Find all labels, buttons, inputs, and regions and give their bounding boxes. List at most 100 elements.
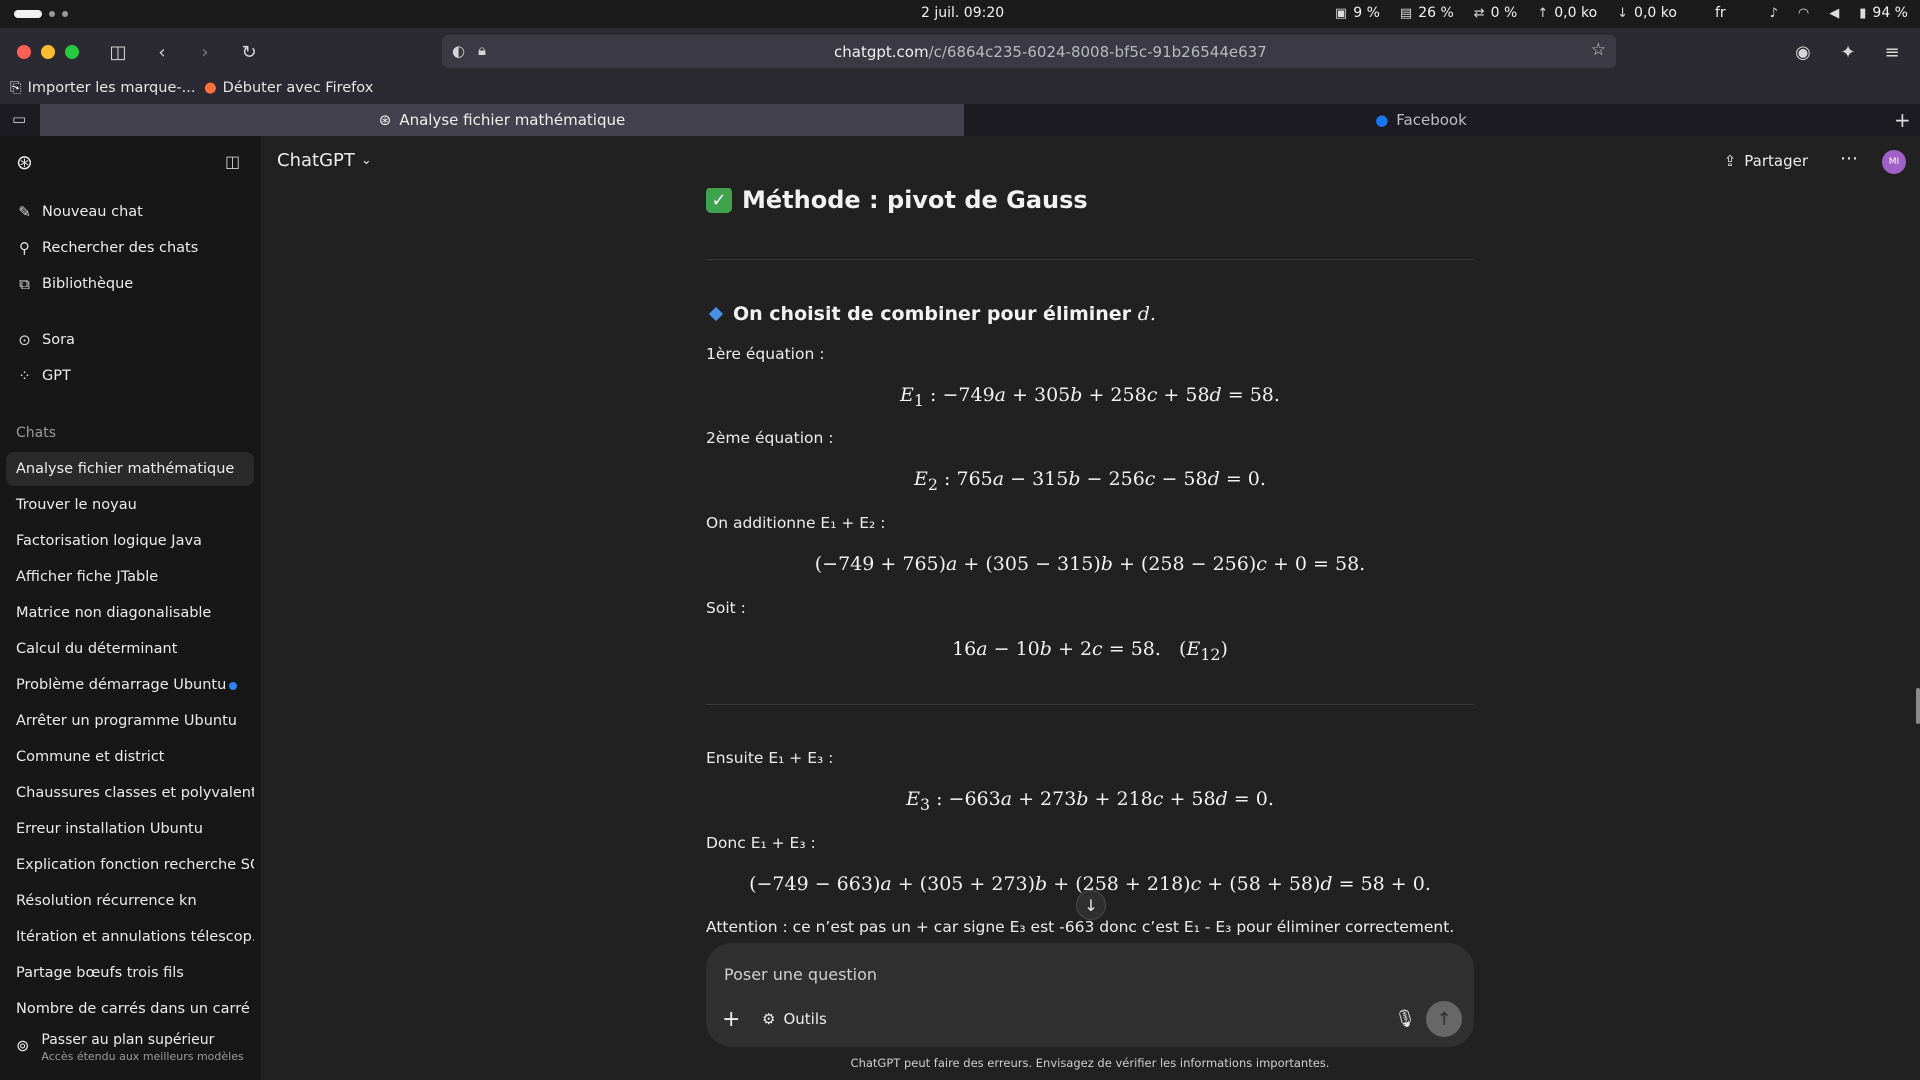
- chat-item[interactable]: Résolution récurrence kn: [6, 884, 254, 918]
- cpu-icon: ▣: [1334, 5, 1348, 21]
- sidebar-item-search[interactable]: ⚲ Rechercher des chats: [16, 239, 198, 257]
- sidebar-item-sora[interactable]: ⊙ Sora: [16, 331, 75, 349]
- chat-item[interactable]: Nombre de carrés dans un carré: [6, 992, 254, 1026]
- mute-icon[interactable]: ♪: [1770, 6, 1778, 21]
- equation-e2: E2 : 765a − 315b − 256c − 58d = 0.: [914, 468, 1266, 494]
- upgrade-plan-button[interactable]: ⊚ Passer au plan supérieur Accès étendu …: [16, 1032, 256, 1063]
- battery-value: 94 %: [1872, 5, 1908, 21]
- upload-icon: ↑: [1537, 5, 1549, 21]
- chat-item[interactable]: Analyse fichier mathématique: [6, 452, 254, 486]
- tab-overview-icon[interactable]: ▭: [12, 110, 26, 128]
- send-button[interactable]: ↑: [1426, 1001, 1462, 1037]
- subheading-text: On choisit de combiner pour éliminer: [733, 303, 1132, 325]
- wifi-icon[interactable]: ◠: [1798, 6, 1809, 21]
- bookmark-firefox[interactable]: ● Débuter avec Firefox: [204, 80, 373, 96]
- scrollbar[interactable]: [1916, 688, 1920, 724]
- sidebar: ⊛ ◫ ✎ Nouveau chat ⚲ Rechercher des chats …: [0, 136, 261, 1080]
- workspace-indicator[interactable]: [14, 10, 68, 18]
- chat-item[interactable]: Factorisation logique Java: [6, 524, 254, 558]
- os-top-bar: 2 juil. 09:20 ▣ 9 % ▤ 26 % ⇄ 0 % ↑ 0,0 ko ↓ 0…: [0, 0, 1920, 28]
- upgrade-title: Passer au plan supérieur: [41, 1032, 215, 1048]
- conversation-area: ✓ Méthode : pivot de Gauss On choisit de…: [706, 188, 1474, 943]
- chat-item[interactable]: Trouver le noyau: [6, 488, 254, 522]
- memory-icon: ▤: [1399, 5, 1413, 21]
- avatar[interactable]: MI: [1882, 150, 1906, 174]
- bookmark-star-icon[interactable]: ☆: [1591, 40, 1606, 60]
- chat-item[interactable]: Matrice non diagonalisable: [6, 596, 254, 630]
- account-icon[interactable]: ◉: [1790, 40, 1816, 64]
- upgrade-subtitle: Accès étendu aux meilleurs modèles: [41, 1050, 244, 1063]
- chat-item[interactable]: Chaussures classes et polyvalentes: [6, 776, 254, 810]
- sidebar-item-label: Rechercher des chats: [42, 240, 199, 256]
- donc-e1-e3-label: Donc E₁ + E₃ :: [706, 834, 816, 852]
- search-icon: ⚲: [19, 239, 30, 257]
- sidebar-item-label: Sora: [42, 332, 75, 348]
- volume-icon[interactable]: ◀: [1829, 6, 1839, 21]
- scroll-down-button[interactable]: ↓: [1076, 890, 1106, 920]
- back-button[interactable]: ‹: [149, 40, 175, 64]
- bookmark-label: Débuter avec Firefox: [222, 80, 374, 96]
- check-mark-icon: ✓: [706, 188, 732, 213]
- url-text[interactable]: chatgpt.com/c/6864c235-6024-8008-bf5c-91…: [834, 43, 1267, 61]
- import-icon: ⎘: [10, 80, 22, 96]
- maximize-window-button[interactable]: [65, 45, 79, 59]
- upload-value: 0,0 ko: [1554, 5, 1598, 21]
- section-heading: ✓ Méthode : pivot de Gauss: [706, 188, 1088, 214]
- tab-analyse-fichier[interactable]: ⊛ Analyse fichier mathématique: [40, 104, 964, 136]
- main-header: ChatGPT ⌄ ⇪ Partager ⋯ MI: [261, 136, 1920, 188]
- tools-button[interactable]: ⚙ Outils: [762, 1010, 827, 1028]
- new-tab-button[interactable]: +: [1894, 108, 1911, 132]
- chat-item[interactable]: Commune et district: [6, 740, 254, 774]
- close-sidebar-icon[interactable]: ◫: [225, 152, 240, 171]
- url-bar[interactable]: ◐ 🔒︎ chatgpt.com/c/6864c235-6024-8008-bf…: [442, 35, 1616, 68]
- equation-e12: 16a − 10b + 2c = 58. (E12): [952, 638, 1228, 664]
- lock-icon[interactable]: 🔒︎: [478, 41, 486, 59]
- share-button[interactable]: ⇪ Partager: [1724, 152, 1808, 170]
- tab-strip: ▭ ⊛ Analyse fichier mathématique ● Faceb…: [0, 104, 1920, 136]
- chat-item[interactable]: Arrêter un programme Ubuntu: [6, 704, 254, 738]
- tab-label: Facebook: [1396, 111, 1467, 129]
- microphone-icon[interactable]: 🎙︎: [1394, 1009, 1416, 1029]
- library-icon: ⧉: [19, 275, 30, 293]
- keyboard-layout[interactable]: fr: [1715, 5, 1726, 21]
- chat-item[interactable]: Explication fonction recherche SQL: [6, 848, 254, 882]
- firefox-icon: ●: [204, 80, 217, 96]
- chat-item[interactable]: Calcul du déterminant: [6, 632, 254, 666]
- blue-diamond-icon: [708, 306, 724, 322]
- sidebar-toggle-icon[interactable]: ◫: [105, 40, 131, 64]
- model-selector[interactable]: ChatGPT ⌄: [277, 150, 372, 171]
- bookmark-label: Importer les marque-...: [27, 80, 196, 96]
- forward-button[interactable]: ›: [192, 40, 218, 64]
- menu-icon[interactable]: ≡: [1879, 40, 1905, 64]
- attention-note: Attention : ce n’est pas un + car signe …: [706, 918, 1455, 936]
- sidebar-item-gpt[interactable]: ⁘ GPT: [16, 367, 71, 385]
- reload-button[interactable]: ↻: [236, 40, 262, 64]
- chat-item[interactable]: Problème démarrage Ubuntu: [6, 668, 254, 702]
- tab-label: Analyse fichier mathématique: [399, 111, 626, 129]
- sidebar-item-new-chat[interactable]: ✎ Nouveau chat: [16, 203, 143, 221]
- chat-item[interactable]: Partage bœufs trois fils: [6, 956, 254, 990]
- url-path: /c/6864c235-6024-8008-bf5c-91b26544e637: [928, 43, 1267, 61]
- share-label: Partager: [1744, 152, 1808, 170]
- chat-item[interactable]: Afficher fiche JTable: [6, 560, 254, 594]
- extensions-icon[interactable]: ✦: [1835, 40, 1861, 64]
- add-attachment-button[interactable]: +: [722, 1007, 740, 1032]
- more-options-icon[interactable]: ⋯: [1840, 148, 1858, 169]
- cpu-value: 9 %: [1353, 5, 1380, 21]
- add-e1-e2-label: On additionne E₁ + E₂ :: [706, 514, 886, 532]
- openai-logo-icon[interactable]: ⊛: [16, 150, 33, 174]
- chat-item[interactable]: Itération et annulations télescop…: [6, 920, 254, 954]
- tracking-protection-icon[interactable]: ◐: [452, 42, 465, 60]
- sidebar-item-library[interactable]: ⧉ Bibliothèque: [16, 275, 133, 293]
- minimize-window-button[interactable]: [41, 45, 55, 59]
- bookmark-import[interactable]: ⎘ Importer les marque-...: [10, 80, 195, 96]
- chat-item[interactable]: Erreur installation Ubuntu: [6, 812, 254, 846]
- os-clock[interactable]: 2 juil. 09:20: [921, 5, 1004, 21]
- eq2-label: 2ème équation :: [706, 429, 834, 447]
- tab-facebook[interactable]: ● Facebook: [966, 104, 1876, 136]
- chatgpt-favicon-icon: ⊛: [378, 111, 392, 129]
- close-window-button[interactable]: [17, 45, 31, 59]
- unread-indicator: [229, 682, 237, 690]
- equation-e1: E1 : −749a + 305b + 258c + 58d = 58.: [900, 384, 1280, 410]
- prompt-input[interactable]: [724, 961, 1424, 987]
